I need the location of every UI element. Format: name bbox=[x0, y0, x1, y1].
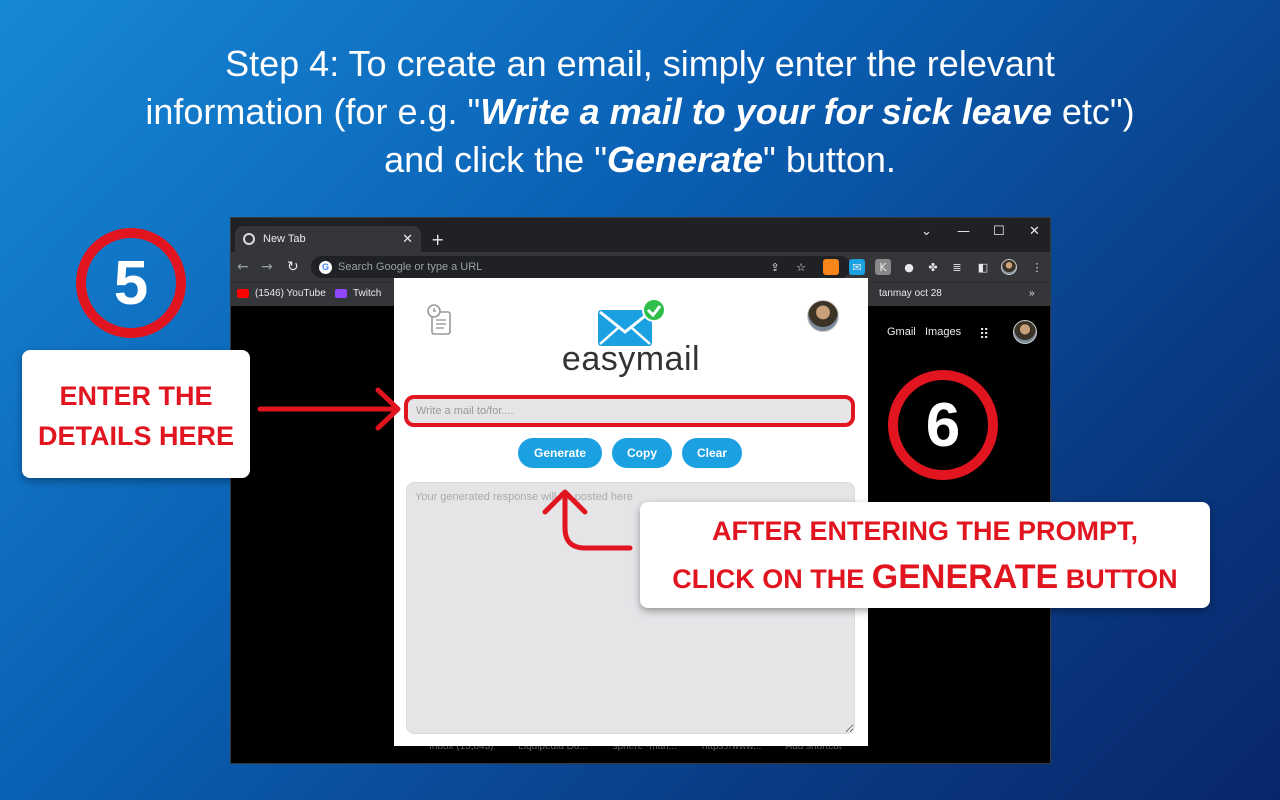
enter-details-line-2: DETAILS HERE bbox=[37, 421, 234, 451]
bookmark-star-icon[interactable]: ☆ bbox=[793, 259, 809, 275]
twitch-icon bbox=[335, 289, 347, 298]
gmail-link[interactable]: Gmail bbox=[887, 326, 916, 338]
extensions-puzzle-icon[interactable]: ✤ bbox=[925, 259, 941, 275]
clear-button[interactable]: Clear bbox=[682, 438, 742, 468]
heading-line-3-pre: and click the " bbox=[384, 139, 607, 180]
bookmark-youtube-label: (1546) YouTube bbox=[255, 288, 326, 299]
bookmark-tanmay-label: tanmay oct 28 bbox=[879, 288, 942, 299]
enter-details-line-1: ENTER THE bbox=[59, 381, 213, 411]
enter-details-callout: ENTER THE DETAILS HERE bbox=[22, 350, 250, 478]
tab-title: New Tab bbox=[263, 233, 306, 245]
instruction-heading: Step 4: To create an email, simply enter… bbox=[0, 40, 1280, 184]
step-5-badge: 5 bbox=[76, 228, 186, 338]
copy-button[interactable]: Copy bbox=[612, 438, 672, 468]
easymail-logo-text: easymail bbox=[561, 340, 701, 378]
share-icon[interactable]: ⇪ bbox=[767, 259, 783, 275]
tab-close-icon[interactable]: ✕ bbox=[402, 231, 413, 247]
youtube-icon bbox=[237, 289, 249, 298]
generate-callout-pre: CLICK ON THE bbox=[672, 564, 872, 594]
media-control-icon[interactable]: ≣ bbox=[949, 259, 965, 275]
heading-line-3: and click the "Generate" button. bbox=[0, 136, 1280, 184]
maximize-icon[interactable]: ☐ bbox=[993, 224, 1005, 239]
extension-icon-k[interactable]: K bbox=[875, 259, 891, 275]
extension-icon-dot[interactable]: ● bbox=[901, 259, 917, 275]
tab-search-icon[interactable]: ⌄ bbox=[921, 224, 932, 239]
generate-callout-emph: GENERATE bbox=[871, 558, 1059, 596]
generate-callout-post: BUTTON bbox=[1058, 564, 1178, 594]
back-icon[interactable]: ← bbox=[237, 259, 249, 275]
bookmarks-more[interactable]: » bbox=[1029, 288, 1035, 299]
forward-icon[interactable]: → bbox=[261, 259, 273, 275]
history-icon[interactable] bbox=[426, 304, 452, 336]
heading-line-3-post: " button. bbox=[763, 139, 896, 180]
new-tab-button[interactable]: + bbox=[431, 230, 444, 249]
bookmark-twitch[interactable]: Twitch bbox=[335, 288, 381, 299]
bookmark-youtube[interactable]: (1546) YouTube bbox=[237, 288, 326, 299]
bookmark-twitch-label: Twitch bbox=[353, 288, 382, 299]
heading-line-2: information (for e.g. "Write a mail to y… bbox=[0, 88, 1280, 136]
browser-titlebar: New Tab ✕ + ⌄ — ☐ ✕ bbox=[231, 218, 1050, 252]
heading-line-1: Step 4: To create an email, simply enter… bbox=[225, 43, 1055, 84]
step-6-badge: 6 bbox=[888, 370, 998, 480]
generate-button[interactable]: Generate bbox=[518, 438, 602, 468]
reload-icon[interactable]: ↻ bbox=[287, 259, 299, 275]
generate-callout-line-1: AFTER ENTERING THE PROMPT, bbox=[711, 516, 1138, 546]
metamask-extension-icon[interactable] bbox=[823, 259, 839, 275]
easymail-extension-icon[interactable]: ✉ bbox=[849, 259, 865, 275]
chrome-icon bbox=[243, 233, 255, 245]
address-bar-placeholder: Search Google or type a URL bbox=[338, 261, 483, 273]
images-link[interactable]: Images bbox=[925, 326, 961, 338]
tab-new-tab[interactable]: New Tab ✕ bbox=[235, 226, 421, 252]
user-avatar[interactable] bbox=[807, 300, 839, 332]
google-apps-icon[interactable]: ⠿ bbox=[979, 326, 989, 343]
heading-line-2-post: etc") bbox=[1051, 91, 1135, 132]
heading-example-text: Write a mail to your for sick leave bbox=[480, 91, 1052, 132]
input-highlight-outline bbox=[404, 395, 855, 427]
heading-generate-word: Generate bbox=[606, 139, 764, 180]
google-account-avatar[interactable] bbox=[1013, 320, 1037, 344]
generate-callout-line-2: CLICK ON THE GENERATE BUTTON bbox=[640, 554, 1210, 602]
close-window-icon[interactable]: ✕ bbox=[1029, 224, 1040, 239]
bookmark-tanmay[interactable]: tanmay oct 28 bbox=[879, 288, 942, 299]
side-panel-icon[interactable]: ◧ bbox=[975, 259, 991, 275]
profile-avatar-icon[interactable] bbox=[1001, 259, 1017, 275]
google-g-icon: G bbox=[319, 260, 332, 274]
heading-line-2-pre: information (for e.g. " bbox=[145, 91, 481, 132]
minimize-icon[interactable]: — bbox=[957, 224, 970, 239]
generate-callout: AFTER ENTERING THE PROMPT, CLICK ON THE … bbox=[640, 502, 1210, 608]
browser-menu-icon[interactable]: ⋮ bbox=[1029, 259, 1045, 275]
